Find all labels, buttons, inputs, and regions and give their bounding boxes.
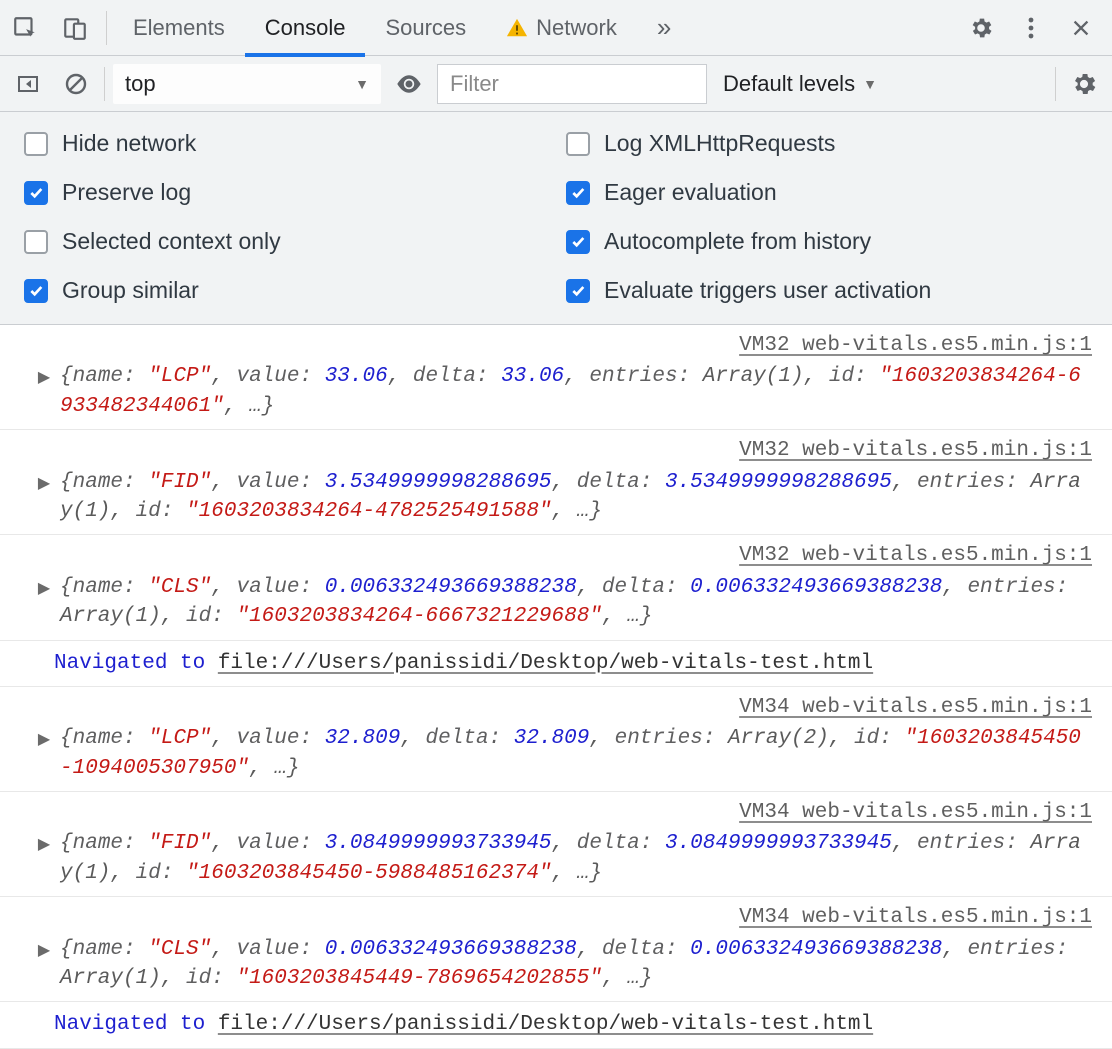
object-preview[interactable]: {name: "CLS", value: 0.00633249366938823… xyxy=(60,573,1092,632)
separator xyxy=(104,67,105,101)
chevron-down-icon: ▼ xyxy=(355,76,369,92)
console-log-entry: VM32 web-vitals.es5.min.js:1▶{name: "LCP… xyxy=(0,325,1112,430)
nav-label: Navigated to xyxy=(54,652,218,675)
object-preview[interactable]: {name: "LCP", value: 32.809, delta: 32.8… xyxy=(60,724,1092,783)
console-toolbar: top ▼ Default levels ▼ xyxy=(0,56,1112,112)
object-preview[interactable]: {name: "CLS", value: 0.00633249366938823… xyxy=(60,935,1092,994)
tabs-overflow[interactable]: » xyxy=(637,0,691,56)
checkbox-label: Log XMLHttpRequests xyxy=(604,130,835,157)
nav-label: Navigated to xyxy=(54,1013,218,1036)
warning-icon xyxy=(506,17,528,39)
log-levels-selector[interactable]: Default levels ▼ xyxy=(715,71,885,97)
checkbox-icon xyxy=(566,230,590,254)
source-link[interactable]: VM32 web-vitals.es5.min.js:1 xyxy=(34,541,1092,570)
checkbox-label: Group similar xyxy=(62,277,199,304)
source-link[interactable]: VM34 web-vitals.es5.min.js:1 xyxy=(34,903,1092,932)
tab-label: Elements xyxy=(133,15,225,41)
opt-group-similar[interactable]: Group similar xyxy=(24,277,546,304)
tab-console[interactable]: Console xyxy=(245,0,366,56)
console-log-entry: VM32 web-vitals.es5.min.js:1 ▶{name: "CLS… xyxy=(0,535,1112,640)
device-toolbar-icon[interactable] xyxy=(50,0,100,56)
devtools-tab-strip: Elements Console Sources Network » xyxy=(0,0,1112,56)
tab-label: Sources xyxy=(385,15,466,41)
checkbox-icon xyxy=(24,181,48,205)
nav-url-link[interactable]: file:///Users/panissidi/Desktop/web-vita… xyxy=(218,1013,873,1036)
object-preview[interactable]: {name: "LCP", value: 33.06, delta: 33.06… xyxy=(60,362,1092,421)
opt-preserve-log[interactable]: Preserve log xyxy=(24,179,546,206)
source-link[interactable]: VM34 web-vitals.es5.min.js:1 xyxy=(34,693,1092,722)
object-preview[interactable]: {name: "FID", value: 3.5349999998288695,… xyxy=(60,468,1092,527)
chevron-down-icon: ▼ xyxy=(863,76,877,92)
console-navigation-entry: Navigated to file:///Users/panissidi/Des… xyxy=(0,1002,1112,1048)
settings-gear-icon[interactable] xyxy=(956,0,1006,56)
opt-hide-network[interactable]: Hide network xyxy=(24,130,546,157)
tab-network[interactable]: Network xyxy=(486,0,637,56)
tab-elements[interactable]: Elements xyxy=(113,0,245,56)
checkbox-icon xyxy=(566,132,590,156)
expand-caret-icon[interactable]: ▶ xyxy=(34,935,54,962)
source-link[interactable]: VM32 web-vitals.es5.min.js:1 xyxy=(34,436,1092,465)
close-devtools-icon[interactable] xyxy=(1056,0,1106,56)
checkbox-label: Eager evaluation xyxy=(604,179,777,206)
checkbox-icon xyxy=(566,181,590,205)
nav-url-link[interactable]: file:///Users/panissidi/Desktop/web-vita… xyxy=(218,652,873,675)
tab-label: Console xyxy=(265,15,346,41)
expand-caret-icon[interactable]: ▶ xyxy=(34,724,54,751)
console-log-entry: VM34 web-vitals.es5.min.js:1 ▶{name: "CLS… xyxy=(0,897,1112,1002)
console-log-entry: VM32 web-vitals.es5.min.js:1 ▶{name: "FID… xyxy=(0,430,1112,535)
log-levels-label: Default levels xyxy=(723,71,855,97)
opt-selected-context[interactable]: Selected context only xyxy=(24,228,546,255)
checkbox-label: Selected context only xyxy=(62,228,281,255)
expand-caret-icon[interactable]: ▶ xyxy=(34,362,54,389)
tab-label: Network xyxy=(536,15,617,41)
opt-log-xhr[interactable]: Log XMLHttpRequests xyxy=(566,130,1088,157)
expand-caret-icon[interactable]: ▶ xyxy=(34,829,54,856)
separator xyxy=(1055,67,1056,101)
expand-caret-icon[interactable]: ▶ xyxy=(34,573,54,600)
tabs-host: Elements Console Sources Network xyxy=(113,0,637,56)
opt-eval-triggers[interactable]: Evaluate triggers user activation xyxy=(566,277,1088,304)
checkbox-label: Hide network xyxy=(62,130,196,157)
source-link[interactable]: VM32 web-vitals.es5.min.js:1 xyxy=(34,331,1092,360)
clear-console-icon[interactable] xyxy=(56,64,96,104)
console-settings-gear-icon[interactable] xyxy=(1064,64,1104,104)
context-selector[interactable]: top ▼ xyxy=(113,64,381,104)
inspect-element-icon[interactable] xyxy=(0,0,50,56)
console-output: VM32 web-vitals.es5.min.js:1▶{name: "LCP… xyxy=(0,325,1112,1049)
live-expression-icon[interactable] xyxy=(389,64,429,104)
console-log-entry: VM34 web-vitals.es5.min.js:1▶{name: "LCP… xyxy=(0,687,1112,792)
checkbox-icon xyxy=(24,279,48,303)
checkbox-icon xyxy=(24,230,48,254)
checkbox-label: Autocomplete from history xyxy=(604,228,871,255)
expand-caret-icon[interactable]: ▶ xyxy=(34,468,54,495)
kebab-menu-icon[interactable] xyxy=(1006,0,1056,56)
checkbox-icon xyxy=(566,279,590,303)
toggle-sidebar-icon[interactable] xyxy=(8,64,48,104)
opt-autocomplete[interactable]: Autocomplete from history xyxy=(566,228,1088,255)
filter-input[interactable] xyxy=(437,64,707,104)
console-navigation-entry: Navigated to file:///Users/panissidi/Des… xyxy=(0,641,1112,687)
opt-eager-eval[interactable]: Eager evaluation xyxy=(566,179,1088,206)
tab-sources[interactable]: Sources xyxy=(365,0,486,56)
overflow-icon: » xyxy=(657,12,671,43)
object-preview[interactable]: {name: "FID", value: 3.0849999993733945,… xyxy=(60,829,1092,888)
checkbox-label: Preserve log xyxy=(62,179,191,206)
checkbox-label: Evaluate triggers user activation xyxy=(604,277,931,304)
console-log-entry: VM34 web-vitals.es5.min.js:1▶{name: "FID… xyxy=(0,792,1112,897)
console-settings-panel: Hide network Preserve log Selected context… xyxy=(0,112,1112,325)
source-link[interactable]: VM34 web-vitals.es5.min.js:1 xyxy=(34,798,1092,827)
checkbox-icon xyxy=(24,132,48,156)
context-selector-value: top xyxy=(125,71,156,97)
separator xyxy=(106,11,107,45)
